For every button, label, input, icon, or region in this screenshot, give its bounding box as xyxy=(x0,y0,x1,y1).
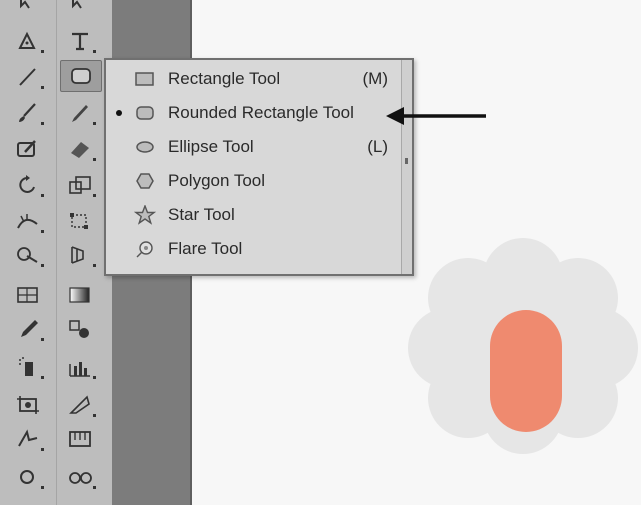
ellipse-icon xyxy=(134,136,156,158)
zoom-icon[interactable] xyxy=(60,424,100,454)
eraser-icon[interactable] xyxy=(60,134,100,164)
menu-item-flare-tool[interactable]: Flare Tool xyxy=(106,234,402,264)
type-icon[interactable] xyxy=(60,26,100,56)
blend-icon[interactable] xyxy=(60,314,100,344)
rounded-rectangle-shape xyxy=(490,310,562,432)
menu-item-shortcut: (M) xyxy=(362,69,388,88)
menu-item-polygon-tool[interactable]: Polygon Tool xyxy=(106,166,402,196)
hand-icon[interactable] xyxy=(8,424,48,454)
slice-icon[interactable] xyxy=(60,390,100,420)
symbol-sprayer-icon[interactable] xyxy=(8,352,48,382)
direct-selection-icon[interactable] xyxy=(8,0,48,16)
scalloped-flower-shape xyxy=(408,238,638,454)
menu-item-rectangle-tool[interactable]: Rectangle Tool (M) xyxy=(106,64,402,94)
polygon-icon xyxy=(134,170,156,192)
free-transform-icon[interactable] xyxy=(60,206,100,236)
line-segment-icon[interactable] xyxy=(8,62,48,92)
ellipse-tool-icon[interactable] xyxy=(8,462,48,492)
eyedropper-icon[interactable] xyxy=(8,314,48,344)
group-selection-icon[interactable] xyxy=(60,0,100,16)
perspective-grid-icon[interactable] xyxy=(60,240,100,270)
shape-tools-flyout: Rectangle Tool (M) Rounded Rectangle Too… xyxy=(104,58,414,276)
menu-item-ellipse-tool[interactable]: Ellipse Tool (L) xyxy=(106,132,402,162)
menu-item-rounded-rectangle-tool[interactable]: Rounded Rectangle Tool xyxy=(106,98,402,128)
pen-icon[interactable] xyxy=(8,26,48,56)
artboard-icon[interactable] xyxy=(8,390,48,420)
rounded-rectangle-icon[interactable] xyxy=(60,60,102,92)
scale-icon[interactable] xyxy=(60,170,100,200)
rotate-icon[interactable] xyxy=(8,170,48,200)
column-graph-icon[interactable] xyxy=(60,352,100,382)
rounded-rectangle-icon xyxy=(134,102,156,124)
toolbox-column-divider xyxy=(56,0,57,505)
star-icon xyxy=(134,204,156,226)
gradient-icon[interactable] xyxy=(60,280,100,310)
pointer-arrow-icon xyxy=(386,107,486,125)
mesh-icon[interactable] xyxy=(8,280,48,310)
pencil-icon[interactable] xyxy=(60,98,100,128)
paintbrush-icon[interactable] xyxy=(8,98,48,128)
glasses-icon[interactable] xyxy=(60,462,100,492)
selected-bullet-icon xyxy=(116,110,122,116)
menu-item-label: Flare Tool xyxy=(168,239,243,258)
flare-icon xyxy=(134,238,156,260)
menu-item-shortcut: (L) xyxy=(367,137,388,156)
blob-brush-icon[interactable] xyxy=(8,134,48,164)
shape-builder-icon[interactable] xyxy=(8,240,48,270)
menu-item-star-tool[interactable]: Star Tool xyxy=(106,200,402,230)
width-icon[interactable] xyxy=(8,206,48,236)
menu-item-label: Rectangle Tool xyxy=(168,69,281,88)
menu-item-label: Star Tool xyxy=(168,205,235,224)
tools-panel xyxy=(0,0,114,505)
rectangle-icon xyxy=(134,68,156,90)
menu-item-label: Polygon Tool xyxy=(168,171,266,190)
menu-item-label: Ellipse Tool xyxy=(168,137,254,156)
menu-item-label: Rounded Rectangle Tool xyxy=(168,103,354,122)
